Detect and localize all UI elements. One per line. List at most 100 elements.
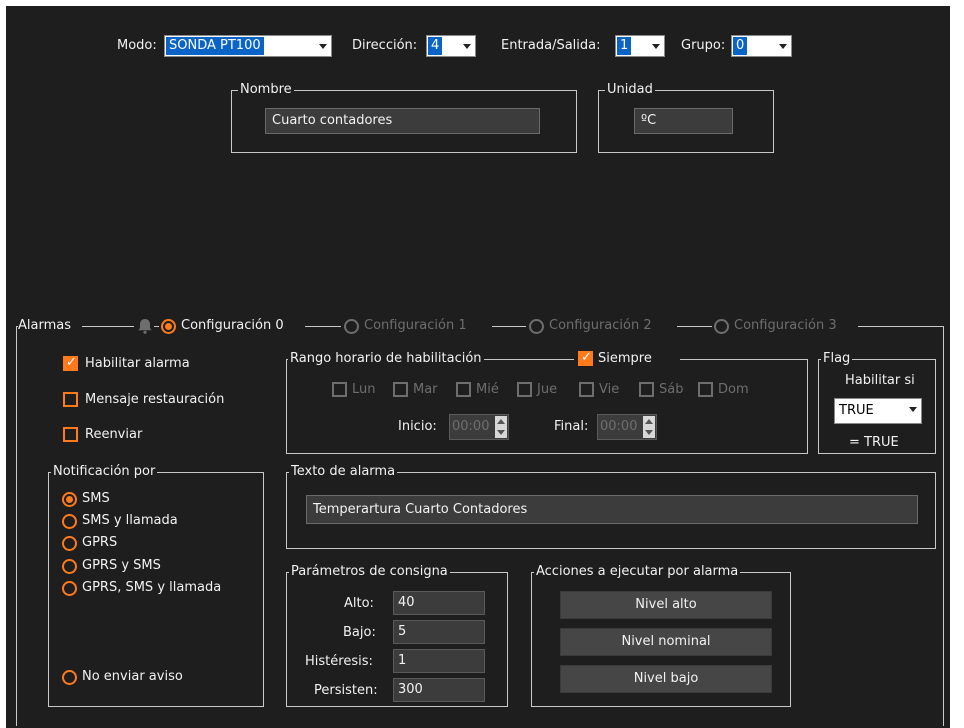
day-mar-label: Mar — [413, 382, 438, 397]
inicio-spinner[interactable]: 00:00 — [449, 414, 509, 440]
nombre-input[interactable]: Cuarto contadores — [265, 108, 540, 134]
chevron-down-icon — [903, 399, 921, 423]
modo-value: SONDA PT100 — [166, 37, 264, 55]
notif-sms-llamada-radio[interactable] — [62, 514, 77, 529]
texto-alarma-group: Texto de alarma Temperartura Cuarto Cont… — [286, 464, 936, 549]
chevron-down-icon — [313, 36, 331, 56]
grupo-label: Grupo: — [681, 38, 726, 53]
reenviar-checkbox[interactable] — [63, 427, 78, 442]
persisten-label: Persisten: — [314, 683, 378, 698]
flag-group: Flag Habilitar si TRUE = TRUE — [818, 351, 936, 454]
config-3-label: Configuración 3 — [734, 318, 837, 333]
nivel-nominal-button[interactable]: Nivel nominal — [560, 628, 772, 656]
entrada-salida-value: 1 — [617, 37, 632, 55]
config-1-label: Configuración 1 — [364, 318, 467, 333]
flag-result: = TRUE — [849, 435, 899, 450]
direccion-select[interactable]: 4 — [426, 35, 476, 57]
nivel-alto-button[interactable]: Nivel alto — [560, 591, 772, 619]
alto-label: Alto: — [344, 596, 374, 611]
consigna-legend: Parámetros de consigna — [289, 564, 450, 580]
alto-input[interactable]: 40 — [393, 591, 485, 615]
bajo-label: Bajo: — [343, 625, 376, 640]
notif-gprs-radio[interactable] — [62, 536, 77, 551]
day-lun-label: Lun — [352, 382, 376, 397]
notif-gprs-label: GPRS — [82, 535, 118, 550]
chevron-down-icon — [773, 36, 791, 56]
day-mie-label: Mié — [476, 382, 499, 397]
entrada-salida-label: Entrada/Salida: — [501, 38, 601, 53]
sensor-config-panel: Modo: SONDA PT100 Dirección: 4 Entrada/S… — [6, 6, 950, 728]
days-row: Lun Mar Mié Jue Vie Sáb Dom — [332, 381, 772, 399]
direccion-value: 4 — [428, 37, 443, 55]
notif-gprs-sms-radio[interactable] — [62, 559, 77, 574]
alarmas-legend: Alarmas — [18, 318, 71, 333]
unidad-input[interactable]: ºC — [634, 108, 733, 134]
texto-alarma-input[interactable]: Temperartura Cuarto Contadores — [306, 495, 918, 524]
siempre-checkbox[interactable] — [578, 350, 593, 366]
final-label: Final: — [554, 419, 589, 434]
day-mar-checkbox[interactable] — [393, 382, 408, 397]
chevron-down-icon — [457, 36, 475, 56]
histeresis-input[interactable]: 1 — [393, 649, 485, 673]
notif-gprs-sms-label: GPRS y SMS — [82, 558, 161, 573]
day-jue-checkbox[interactable] — [517, 382, 532, 397]
bajo-input[interactable]: 5 — [393, 620, 485, 644]
day-sab-checkbox[interactable] — [639, 382, 654, 397]
persisten-input[interactable]: 300 — [393, 678, 485, 702]
day-lun-checkbox[interactable] — [332, 382, 347, 397]
final-value: 00:00 — [600, 419, 638, 434]
reenviar-label: Reenviar — [85, 427, 143, 442]
nivel-bajo-button[interactable]: Nivel bajo — [560, 665, 772, 693]
config-2-radio[interactable] — [529, 319, 544, 334]
mensaje-restauracion-label: Mensaje restauración — [85, 392, 225, 407]
alarmas-header: Alarmas Configuración 0 Configuración 1 … — [18, 316, 878, 336]
modo-select[interactable]: SONDA PT100 — [164, 35, 332, 57]
day-vie-checkbox[interactable] — [579, 382, 594, 397]
chevron-down-icon — [646, 36, 664, 56]
bell-icon — [136, 317, 154, 339]
rango-horario-legend: Rango horario de habilitación — [288, 351, 484, 367]
day-mie-checkbox[interactable] — [456, 382, 471, 397]
config-1-radio[interactable] — [344, 319, 359, 334]
notif-sms-radio[interactable] — [62, 492, 77, 507]
modo-label: Modo: — [117, 38, 157, 53]
texto-alarma-legend: Texto de alarma — [289, 464, 398, 480]
config-0-radio[interactable] — [161, 319, 176, 334]
nombre-legend: Nombre — [238, 82, 294, 98]
notif-sms-label: SMS — [82, 491, 110, 506]
direccion-label: Dirección: — [352, 38, 418, 53]
acciones-legend: Acciones a ejecutar por alarma — [534, 564, 741, 580]
notif-gprs-sms-llamada-radio[interactable] — [62, 581, 77, 596]
siempre-toggle[interactable]: Siempre — [574, 350, 680, 368]
spin-arrows-icon[interactable] — [643, 416, 655, 438]
notificacion-group: Notificación por SMS SMS y llamada GPRS … — [48, 464, 264, 707]
consigna-group: Parámetros de consigna Alto: 40 Bajo: 5 … — [286, 564, 508, 707]
rango-horario-group: Rango horario de habilitación — [286, 351, 808, 454]
spin-arrows-icon[interactable] — [495, 416, 507, 438]
inicio-label: Inicio: — [398, 419, 437, 434]
day-dom-label: Dom — [718, 382, 749, 397]
final-spinner[interactable]: 00:00 — [597, 414, 657, 440]
flag-legend: Flag — [821, 351, 853, 367]
grupo-select[interactable]: 0 — [731, 35, 792, 57]
grupo-value: 0 — [733, 37, 748, 55]
notif-no-enviar-label: No enviar aviso — [82, 669, 183, 684]
config-3-radio[interactable] — [714, 319, 729, 334]
day-jue-label: Jue — [537, 382, 558, 397]
flag-select[interactable]: TRUE — [834, 398, 922, 424]
unidad-legend: Unidad — [605, 82, 655, 98]
habilitar-alarma-checkbox[interactable] — [63, 355, 78, 371]
day-dom-checkbox[interactable] — [698, 382, 713, 397]
siempre-label: Siempre — [598, 351, 652, 366]
day-vie-label: Vie — [599, 382, 620, 397]
config-2-label: Configuración 2 — [549, 318, 652, 333]
notif-gprs-sms-llamada-label: GPRS, SMS y llamada — [82, 580, 222, 595]
histeresis-label: Histéresis: — [305, 654, 373, 669]
flag-value: TRUE — [836, 400, 877, 422]
config-0-label: Configuración 0 — [181, 318, 284, 333]
day-sab-label: Sáb — [659, 382, 684, 397]
notif-sms-llamada-label: SMS y llamada — [82, 513, 178, 528]
notif-no-enviar-radio[interactable] — [62, 670, 77, 685]
entrada-salida-select[interactable]: 1 — [615, 35, 665, 57]
mensaje-restauracion-checkbox[interactable] — [63, 392, 78, 407]
